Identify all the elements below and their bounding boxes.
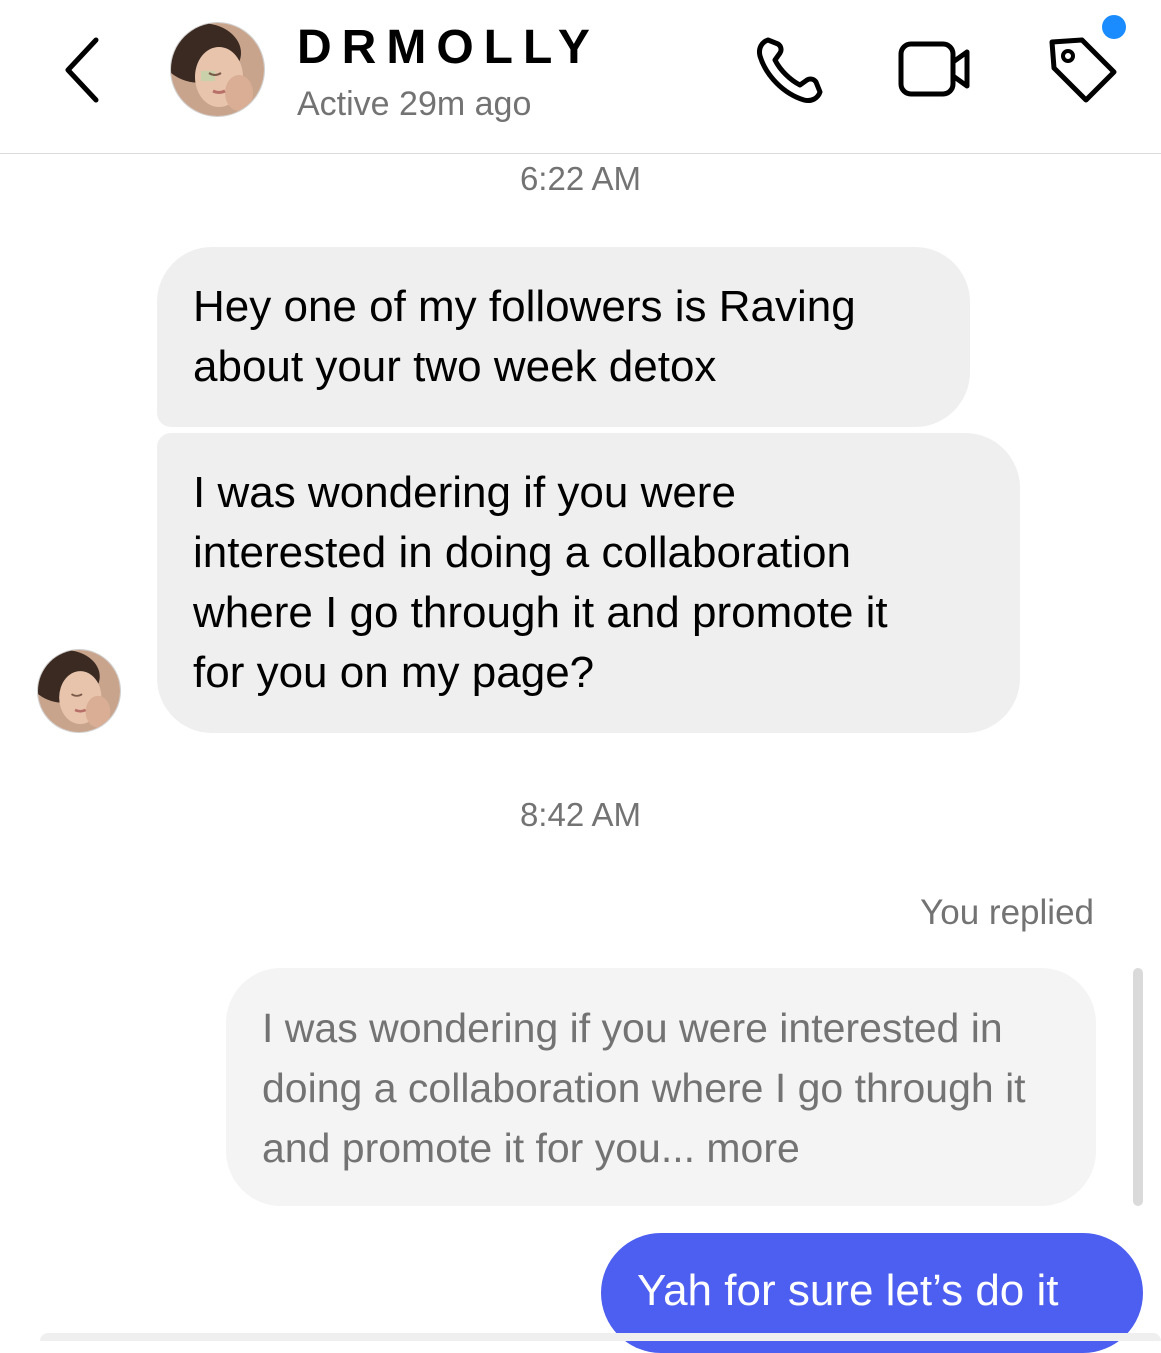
- active-status: Active 29m ago: [297, 85, 532, 123]
- timestamp: 8:42 AM: [519, 796, 642, 833]
- sender-avatar[interactable]: [37, 649, 121, 733]
- header-avatar[interactable]: [170, 22, 265, 117]
- incoming-message[interactable]: I was wondering if you were interested i…: [157, 433, 1020, 733]
- tag-icon[interactable]: [1042, 30, 1122, 110]
- timestamp: 6:22 AM: [519, 160, 642, 197]
- chevron-left-icon[interactable]: [56, 30, 116, 110]
- reply-indicator-bar: [1133, 968, 1143, 1206]
- incoming-message[interactable]: Hey one of my followers is Raving about …: [157, 247, 970, 427]
- contact-username[interactable]: DRMOLLY: [297, 20, 600, 76]
- next-message-edge: [40, 1333, 1161, 1341]
- chat-header: DRMOLLY Active 29m ago: [0, 0, 1161, 154]
- video-camera-icon[interactable]: [895, 30, 975, 110]
- phone-icon[interactable]: [750, 30, 830, 110]
- quoted-message[interactable]: I was wondering if you were interested i…: [226, 968, 1096, 1206]
- you-replied-label: You replied: [920, 893, 1094, 932]
- notification-dot: [1102, 15, 1126, 39]
